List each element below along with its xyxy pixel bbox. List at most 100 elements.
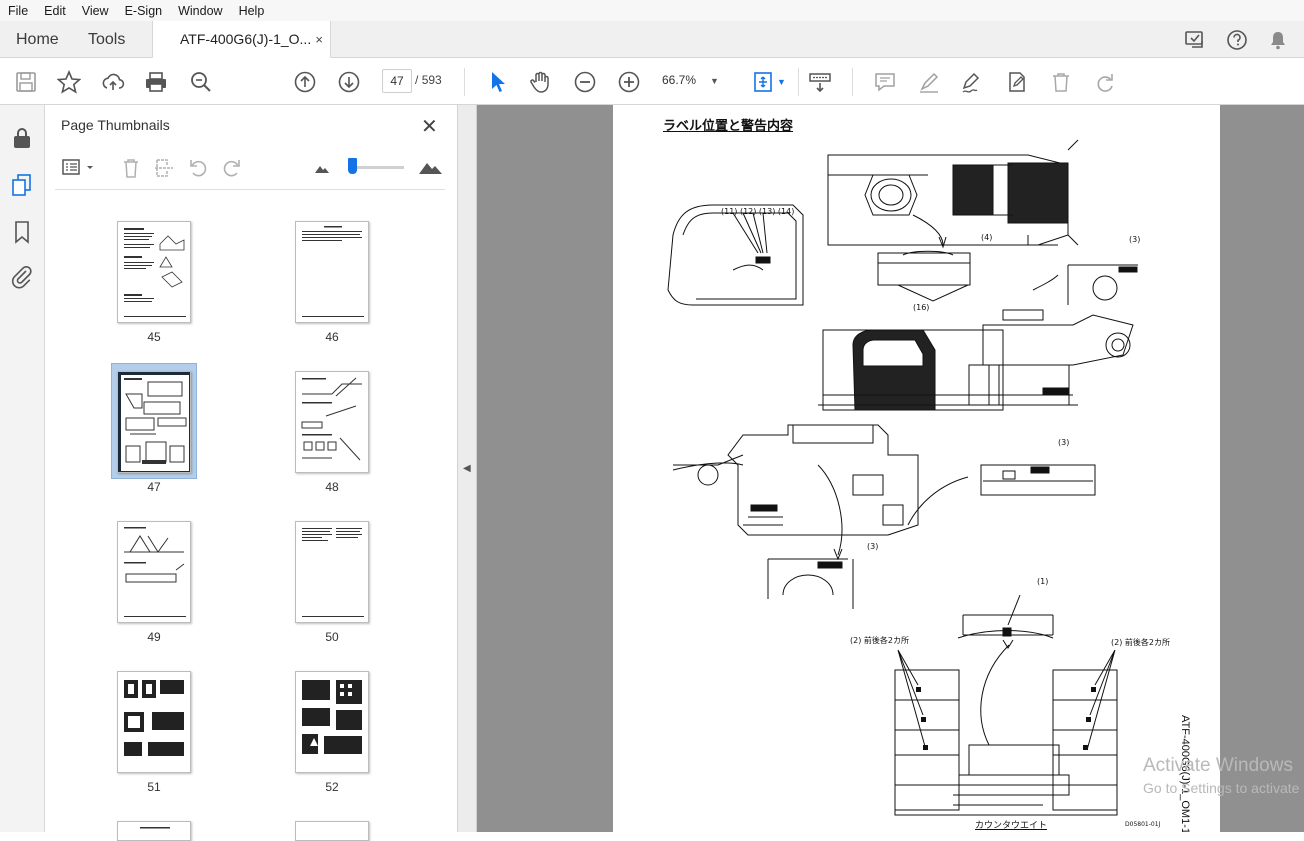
counterweight-caption: カウンタウエイト xyxy=(975,821,1048,831)
toolbar-divider xyxy=(798,68,799,96)
hand-tool-icon[interactable] xyxy=(529,70,553,94)
zoom-out-icon[interactable] xyxy=(573,70,597,94)
close-panel-icon[interactable]: ✕ xyxy=(421,114,438,139)
tab-document[interactable]: ATF-400G6(J)-1_O... × xyxy=(152,21,331,58)
draw-sign-icon[interactable] xyxy=(960,70,984,94)
redo-icon[interactable] xyxy=(1093,70,1117,94)
menu-esign[interactable]: E-Sign xyxy=(117,4,171,18)
main-toolbar: 47 / 593 66.7% ▼ ▼ xyxy=(0,58,1304,105)
menu-edit[interactable]: Edit xyxy=(36,4,74,18)
page-thumbnail-52[interactable] xyxy=(295,671,369,773)
help-icon[interactable] xyxy=(1226,29,1248,51)
zoom-in-icon[interactable] xyxy=(617,70,641,94)
bookmark-star-icon[interactable] xyxy=(56,69,82,94)
fit-page-icon[interactable] xyxy=(752,70,776,94)
thumbnail-label-50: 50 xyxy=(325,630,339,644)
label-2-left: (2) 前後各2カ所 xyxy=(850,636,909,645)
find-zoom-icon[interactable] xyxy=(189,70,213,94)
large-thumbnail-mountain-icon[interactable] xyxy=(417,158,443,179)
page-number-input[interactable]: 47 xyxy=(382,69,412,93)
tab-home[interactable]: Home xyxy=(16,21,59,58)
zoom-level-select[interactable]: 66.7% ▼ xyxy=(662,73,719,87)
rotate-right-icon[interactable] xyxy=(221,157,243,182)
next-page-icon[interactable] xyxy=(337,70,361,94)
document-page: ラベル位置と警告内容 (11) (12) (13) (14) (4) (3) (… xyxy=(613,105,1220,832)
thumbnail-label-45: 45 xyxy=(147,330,161,344)
page-thumbnail-46[interactable] xyxy=(295,221,369,323)
activate-windows-subtext: Go to Settings to activate xyxy=(1143,780,1300,796)
panel-splitter[interactable]: ◀ xyxy=(458,105,477,832)
thumbnail-label-51: 51 xyxy=(147,780,161,794)
page-thumbnail-48[interactable] xyxy=(295,371,369,473)
menu-help[interactable]: Help xyxy=(231,4,273,18)
toolbar-divider xyxy=(852,68,853,96)
label-16: (16) xyxy=(913,303,930,312)
label-3-right: (3) xyxy=(1129,235,1141,244)
save-icon[interactable] xyxy=(14,70,38,94)
thumbnail-size-slider-handle[interactable] xyxy=(348,158,357,174)
page-thumbnails-panel: Page Thumbnails ✕ ▲ ▼ 45 46 47 48 49 50 xyxy=(45,105,494,841)
lock-icon[interactable] xyxy=(10,126,34,150)
comment-icon[interactable] xyxy=(873,70,897,94)
thumbnail-label-49: 49 xyxy=(147,630,161,644)
panel-divider xyxy=(55,189,445,190)
share-screen-icon[interactable] xyxy=(1184,29,1206,51)
activate-windows-watermark: Activate Windows xyxy=(1143,755,1293,776)
small-thumbnail-mountain-icon[interactable] xyxy=(313,160,331,179)
panel-title: Page Thumbnails xyxy=(61,117,170,133)
label-location-diagram xyxy=(667,139,1138,816)
page-thumbnail-50[interactable] xyxy=(295,521,369,623)
collapse-panel-icon[interactable]: ◀ xyxy=(463,463,471,474)
page-count-label: / 593 xyxy=(415,73,442,87)
page-thumbnail-45[interactable] xyxy=(117,221,191,323)
upload-cloud-icon[interactable] xyxy=(101,70,125,94)
zoom-value: 66.7% xyxy=(662,73,697,87)
thumbnail-label-48: 48 xyxy=(325,480,339,494)
delete-page-icon[interactable] xyxy=(120,157,142,182)
figure-code: D05801-01J xyxy=(1125,821,1161,828)
previous-page-icon[interactable] xyxy=(293,70,317,94)
page-thumbnail-49[interactable] xyxy=(117,521,191,623)
attachments-paperclip-icon[interactable] xyxy=(10,265,34,289)
print-icon[interactable] xyxy=(144,70,168,94)
thumbnail-options-icon[interactable] xyxy=(61,157,97,182)
label-3-boom: (3) xyxy=(1058,438,1070,447)
menu-bar: File Edit View E-Sign Window Help xyxy=(0,0,1304,21)
label-4: (4) xyxy=(981,233,993,242)
rotate-left-icon[interactable] xyxy=(187,157,209,182)
label-11-14: (11) (12) (13) (14) xyxy=(721,207,795,216)
menu-window[interactable]: Window xyxy=(170,4,230,18)
notifications-bell-icon[interactable] xyxy=(1267,29,1289,51)
thumbnail-label-47: 47 xyxy=(147,480,161,494)
page-thumbnails-icon[interactable] xyxy=(10,173,34,197)
bookmarks-icon[interactable] xyxy=(10,220,34,244)
highlight-pen-icon[interactable] xyxy=(917,70,941,94)
menu-view[interactable]: View xyxy=(74,4,117,18)
page-thumbnail-54[interactable] xyxy=(295,821,369,841)
tab-tools[interactable]: Tools xyxy=(88,21,125,58)
fit-page-chevron-icon[interactable]: ▼ xyxy=(777,77,786,87)
label-3-lower: (3) xyxy=(867,542,879,551)
total-pages: 593 xyxy=(421,73,442,87)
edit-document-icon[interactable] xyxy=(1005,70,1029,94)
page-thumbnail-51[interactable] xyxy=(117,671,191,773)
page-thumbnail-53[interactable] xyxy=(117,821,191,841)
document-viewer[interactable]: ラベル位置と警告内容 (11) (12) (13) (14) (4) (3) (… xyxy=(477,105,1304,832)
document-tab-title: ATF-400G6(J)-1_O... xyxy=(180,31,312,47)
extract-page-icon[interactable] xyxy=(153,157,175,182)
scroll-mode-icon[interactable] xyxy=(808,70,832,94)
select-cursor-icon[interactable] xyxy=(486,70,510,94)
tab-bar: Home Tools ATF-400G6(J)-1_O... × xyxy=(0,21,1304,58)
thumbnail-label-46: 46 xyxy=(325,330,339,344)
left-navigation-rail xyxy=(0,105,45,832)
toolbar-divider xyxy=(464,68,465,96)
menu-file[interactable]: File xyxy=(0,4,36,18)
thumbnail-label-52: 52 xyxy=(325,780,339,794)
page-thumbnail-47[interactable] xyxy=(117,371,191,473)
label-1: (1) xyxy=(1037,577,1049,586)
chevron-down-icon: ▼ xyxy=(710,76,719,86)
close-tab-icon[interactable]: × xyxy=(315,21,323,58)
label-2-right: (2) 前後各2カ所 xyxy=(1111,638,1170,647)
thumbnail-size-slider[interactable] xyxy=(349,166,404,169)
delete-trash-icon[interactable] xyxy=(1049,70,1073,94)
